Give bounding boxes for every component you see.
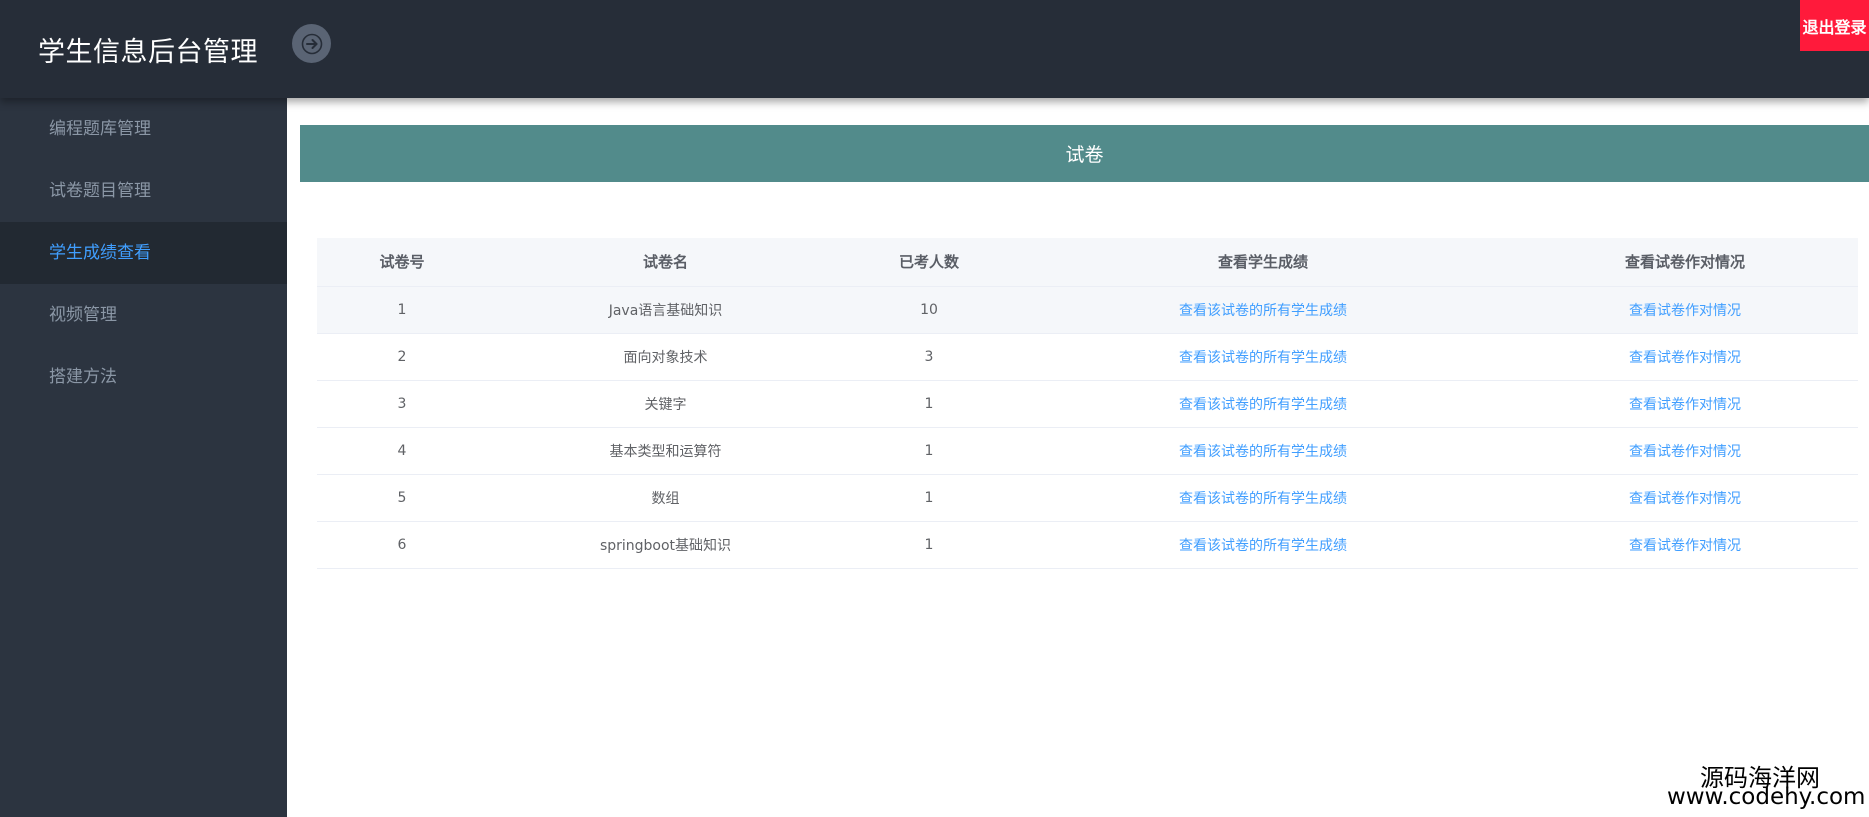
- cell-scores: 查看该试卷的所有学生成绩: [1014, 380, 1512, 428]
- table-row: 3 关键字 1 查看该试卷的所有学生成绩 查看试卷作对情况: [317, 380, 1858, 428]
- cell-paper-name: springboot基础知识: [487, 521, 844, 569]
- view-scores-link[interactable]: 查看该试卷的所有学生成绩: [1179, 303, 1347, 319]
- view-scores-link[interactable]: 查看该试卷的所有学生成绩: [1179, 397, 1347, 413]
- view-correct-link[interactable]: 查看试卷作对情况: [1629, 538, 1741, 554]
- cell-paper-name: 面向对象技术: [487, 333, 844, 381]
- cell-exam-count: 1: [844, 474, 1014, 522]
- cell-correct: 查看试卷作对情况: [1512, 521, 1858, 569]
- cell-correct: 查看试卷作对情况: [1512, 333, 1858, 381]
- cell-correct: 查看试卷作对情况: [1512, 286, 1858, 334]
- column-header: 试卷名: [487, 238, 844, 287]
- cell-scores: 查看该试卷的所有学生成绩: [1014, 286, 1512, 334]
- cell-exam-count: 1: [844, 427, 1014, 475]
- sidebar-item-video-manage[interactable]: 视频管理: [0, 284, 287, 346]
- cell-paper-id: 6: [317, 521, 487, 569]
- sidebar-toggle-button[interactable]: [292, 24, 331, 63]
- cell-exam-count: 1: [844, 380, 1014, 428]
- sidebar-item-student-scores[interactable]: 学生成绩查看: [0, 222, 287, 284]
- app-title: 学生信息后台管理: [38, 37, 258, 68]
- cell-correct: 查看试卷作对情况: [1512, 380, 1858, 428]
- main-content: 试卷 试卷号 试卷名 已考人数 查看学生成绩 查看试卷作对情况 1 Java语言…: [287, 98, 1869, 817]
- view-scores-link[interactable]: 查看该试卷的所有学生成绩: [1179, 350, 1347, 366]
- view-correct-link[interactable]: 查看试卷作对情况: [1629, 491, 1741, 507]
- view-scores-link[interactable]: 查看该试卷的所有学生成绩: [1179, 444, 1347, 460]
- view-correct-link[interactable]: 查看试卷作对情况: [1629, 444, 1741, 460]
- cell-paper-name: 基本类型和运算符: [487, 427, 844, 475]
- view-correct-link[interactable]: 查看试卷作对情况: [1629, 350, 1741, 366]
- cell-paper-id: 1: [317, 286, 487, 334]
- column-header: 查看试卷作对情况: [1512, 238, 1858, 287]
- column-header: 已考人数: [844, 238, 1014, 287]
- cell-scores: 查看该试卷的所有学生成绩: [1014, 333, 1512, 381]
- cell-correct: 查看试卷作对情况: [1512, 474, 1858, 522]
- page-banner: 试卷: [300, 125, 1869, 182]
- arrow-right-icon: [301, 33, 322, 54]
- view-correct-link[interactable]: 查看试卷作对情况: [1629, 303, 1741, 319]
- column-header: 试卷号: [317, 238, 487, 287]
- sidebar-item-paper-questions[interactable]: 试卷题目管理: [0, 160, 287, 222]
- cell-correct: 查看试卷作对情况: [1512, 427, 1858, 475]
- table-row: 6 springboot基础知识 1 查看该试卷的所有学生成绩 查看试卷作对情况: [317, 521, 1858, 569]
- cell-scores: 查看该试卷的所有学生成绩: [1014, 474, 1512, 522]
- cell-exam-count: 1: [844, 521, 1014, 569]
- view-scores-link[interactable]: 查看该试卷的所有学生成绩: [1179, 538, 1347, 554]
- table-row: 4 基本类型和运算符 1 查看该试卷的所有学生成绩 查看试卷作对情况: [317, 427, 1858, 475]
- watermark-url: www.codehy.com: [1667, 784, 1866, 810]
- column-header: 查看学生成绩: [1014, 238, 1512, 287]
- cell-paper-id: 5: [317, 474, 487, 522]
- exam-table: 试卷号 试卷名 已考人数 查看学生成绩 查看试卷作对情况 1 Java语言基础知…: [317, 238, 1858, 569]
- top-header: 学生信息后台管理 退出登录: [0, 0, 1869, 98]
- cell-scores: 查看该试卷的所有学生成绩: [1014, 521, 1512, 569]
- view-correct-link[interactable]: 查看试卷作对情况: [1629, 397, 1741, 413]
- cell-paper-name: Java语言基础知识: [487, 286, 844, 334]
- cell-exam-count: 10: [844, 286, 1014, 334]
- sidebar-item-setup-method[interactable]: 搭建方法: [0, 346, 287, 408]
- cell-paper-name: 关键字: [487, 380, 844, 428]
- table-row: 2 面向对象技术 3 查看该试卷的所有学生成绩 查看试卷作对情况: [317, 333, 1858, 381]
- cell-paper-id: 2: [317, 333, 487, 381]
- sidebar-item-coding-bank[interactable]: 编程题库管理: [0, 98, 287, 160]
- view-scores-link[interactable]: 查看该试卷的所有学生成绩: [1179, 491, 1347, 507]
- cell-scores: 查看该试卷的所有学生成绩: [1014, 427, 1512, 475]
- sidebar: 编程题库管理 试卷题目管理 学生成绩查看 视频管理 搭建方法: [0, 98, 287, 817]
- logout-button[interactable]: 退出登录: [1800, 0, 1869, 51]
- cell-paper-id: 3: [317, 380, 487, 428]
- table-row: 5 数组 1 查看该试卷的所有学生成绩 查看试卷作对情况: [317, 474, 1858, 522]
- table-header-row: 试卷号 试卷名 已考人数 查看学生成绩 查看试卷作对情况: [317, 238, 1858, 287]
- cell-paper-name: 数组: [487, 474, 844, 522]
- page-title: 试卷: [1065, 144, 1104, 166]
- table-row: 1 Java语言基础知识 10 查看该试卷的所有学生成绩 查看试卷作对情况: [317, 286, 1858, 334]
- cell-paper-id: 4: [317, 427, 487, 475]
- cell-exam-count: 3: [844, 333, 1014, 381]
